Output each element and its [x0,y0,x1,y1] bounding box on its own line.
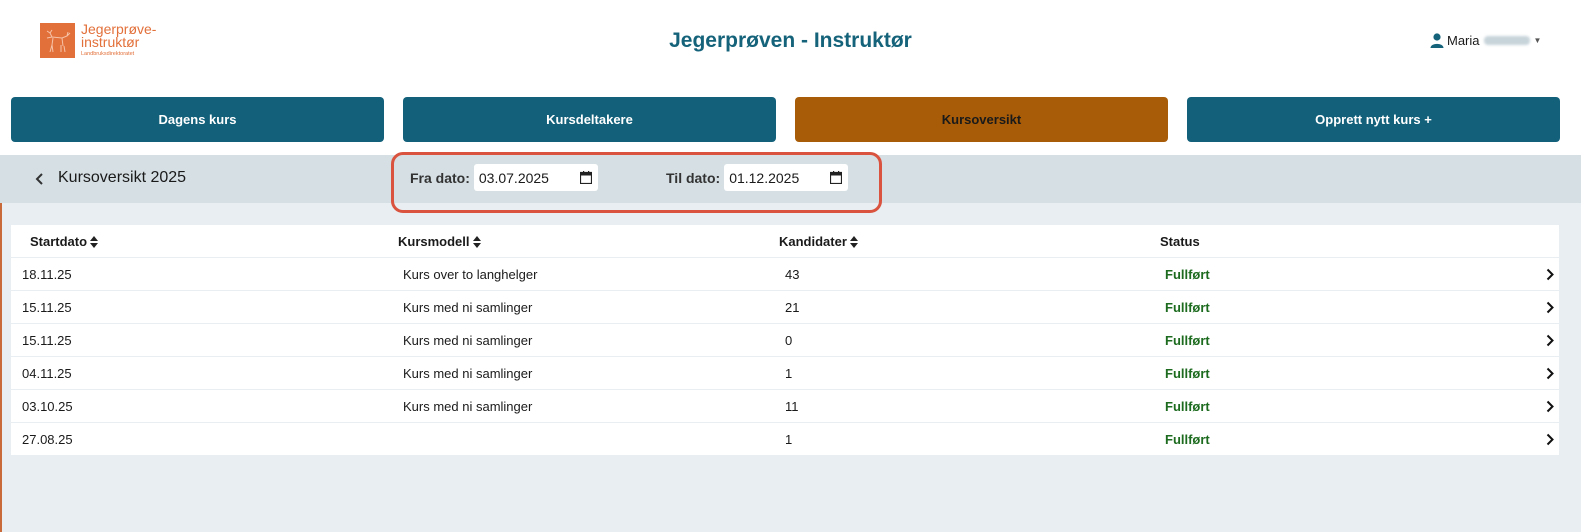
chevron-right-icon[interactable] [1546,400,1554,413]
cell-kandidater: 1 [785,432,793,447]
cell-startdato: 15.11.25 [22,333,72,348]
cell-kursmodell: Kurs over to langhelger [403,267,538,282]
cell-startdato: 04.11.25 [22,366,72,381]
page: Jegerprøve- instruktør Landbruksdirektor… [0,0,1581,532]
cell-kursmodell: Kurs med ni samlinger [403,366,533,381]
header-kandidater[interactable]: Kandidater [779,234,858,249]
app-title: Jegerprøven - Instruktør [669,29,912,52]
nav-kursdeltakere[interactable]: Kursdeltakere [403,97,776,142]
table-header: Startdato Kursmodell Kandidater Status [11,225,1559,257]
date-filter-highlight [391,152,882,213]
table-row[interactable]: 15.11.25 Kurs med ni samlinger 0 Fullfør… [11,324,1559,356]
table-row[interactable]: 27.08.25 1 Fullført [11,423,1559,455]
course-table: Startdato Kursmodell Kandidater Status 1… [11,225,1559,456]
header-status-label: Status [1160,234,1200,249]
nav-dagens-kurs[interactable]: Dagens kurs [11,97,384,142]
user-surname-redacted [1483,36,1530,45]
caret-down-icon: ▼ [1533,36,1542,45]
chevron-right-icon[interactable] [1546,367,1554,380]
user-name: Maria [1447,33,1480,48]
cell-kandidater: 21 [785,300,800,315]
nav-opprett-nytt-kurs[interactable]: Opprett nytt kurs + [1187,97,1560,142]
cell-kursmodell: Kurs med ni samlinger [403,300,533,315]
nav-kursoversikt[interactable]: Kursoversikt [795,97,1168,142]
status-badge: Fullført [1165,399,1210,414]
cell-startdato: 27.08.25 [22,432,73,447]
table-row[interactable]: 15.11.25 Kurs med ni samlinger 21 Fullfø… [11,291,1559,323]
cell-kandidater: 11 [785,399,799,414]
cell-kandidater: 0 [785,333,793,348]
table-row[interactable]: 18.11.25 Kurs over to langhelger 43 Full… [11,258,1559,290]
main-nav: Dagens kurs Kursdeltakere Kursoversikt O… [11,97,1560,142]
status-badge: Fullført [1165,300,1210,315]
chevron-right-icon[interactable] [1546,301,1554,314]
header-kursmodell[interactable]: Kursmodell [398,234,481,249]
header-startdato-label: Startdato [30,234,88,249]
cell-kursmodell: Kurs med ni samlinger [403,333,533,348]
chevron-right-icon[interactable] [1546,268,1554,281]
sort-icon [90,235,99,248]
status-badge: Fullført [1165,366,1210,381]
table-row[interactable]: 04.11.25 Kurs med ni samlinger 1 Fullfør… [11,357,1559,389]
table-row[interactable]: 03.10.25 Kurs med ni samlinger 11 Fullfø… [11,390,1559,422]
sort-icon [472,235,481,248]
cell-startdato: 15.11.25 [22,300,72,315]
sort-icon [849,235,858,248]
section-title: Kursoversikt 2025 [58,169,187,186]
header-status: Status [1160,234,1200,249]
header-kursmodell-label: Kursmodell [398,234,470,249]
chevron-right-icon[interactable] [1546,334,1554,347]
status-badge: Fullført [1165,432,1210,447]
status-badge: Fullført [1165,267,1210,282]
header-kandidater-label: Kandidater [779,234,847,249]
header-startdato[interactable]: Startdato [30,234,99,249]
user-icon [1430,33,1444,48]
status-badge: Fullført [1165,333,1210,348]
user-menu[interactable]: Maria ▼ [1430,33,1541,48]
chevron-right-icon[interactable] [1546,433,1554,446]
cell-kandidater: 43 [785,267,800,282]
cell-kursmodell: Kurs med ni samlinger [403,399,533,414]
chevron-left-icon[interactable] [33,169,47,189]
cell-kandidater: 1 [785,366,793,381]
cell-startdato: 18.11.25 [22,267,72,282]
cell-startdato: 03.10.25 [22,399,73,414]
